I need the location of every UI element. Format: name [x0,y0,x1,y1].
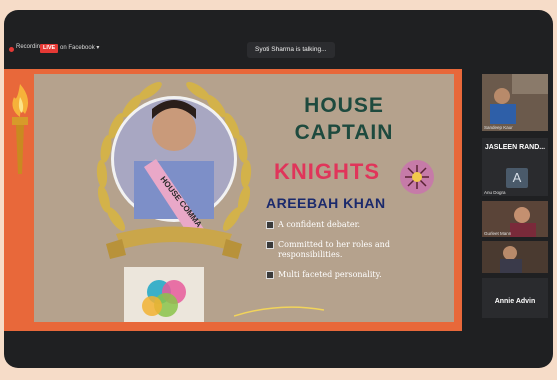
top-bar: Recording LIVE on Facebook ▾ Syoti Sharm… [4,10,553,70]
slide-title-captain: CAPTAIN [294,121,394,144]
torch-icon [12,84,29,174]
participant-tile[interactable]: JASLEEN RAND... A Anu Dogra [482,138,548,196]
participant-caption: Gurleet Mann [484,231,512,236]
participant-tile[interactable]: Sandeep Kaur [482,74,548,131]
captain-qualities-list: A confident debater. Committed to her ro… [266,220,446,290]
house-name: KNIGHTS [274,159,380,184]
participant-avatar: A [506,168,528,188]
captain-name: AREEBAH KHAN [266,195,386,211]
logo-easel [124,267,204,322]
list-item: Multi faceted personality. [266,270,446,280]
participant-tile[interactable]: Annie Advin [482,278,548,318]
participant-caption: Anu Dogra [484,190,506,195]
decorative-swoosh [234,306,324,317]
live-badge[interactable]: LIVE [40,44,59,53]
participant-video [482,241,548,273]
house-emblem-icon [400,160,434,194]
platform-dropdown[interactable]: on Facebook ▾ [60,44,99,51]
slide-title-house: HOUSE [304,94,384,117]
shared-screen-slide: HOUSE COMMA HOUSE CAPTAIN KNIGHTS AREEBA… [4,69,462,331]
participant-video [482,74,548,131]
participant-caption: Sandeep Kaur [484,125,513,130]
list-item: A confident debater. [266,220,446,230]
list-item: Committed to her roles and responsibilit… [266,240,446,260]
meeting-window: Recording LIVE on Facebook ▾ Syoti Sharm… [4,10,553,368]
participant-tile[interactable]: Gurleet Mann [482,201,548,237]
slide-panel: HOUSE COMMA HOUSE CAPTAIN KNIGHTS AREEBA… [34,74,454,322]
talking-indicator: Syoti Sharma is talking... [247,42,335,58]
participant-tile[interactable] [482,241,548,273]
recording-dot-icon [9,47,14,52]
participant-name: Annie Advin [494,298,536,305]
captain-photo-wreath: HOUSE COMMA [96,81,252,259]
participant-name: JASLEEN RAND... [484,144,546,151]
